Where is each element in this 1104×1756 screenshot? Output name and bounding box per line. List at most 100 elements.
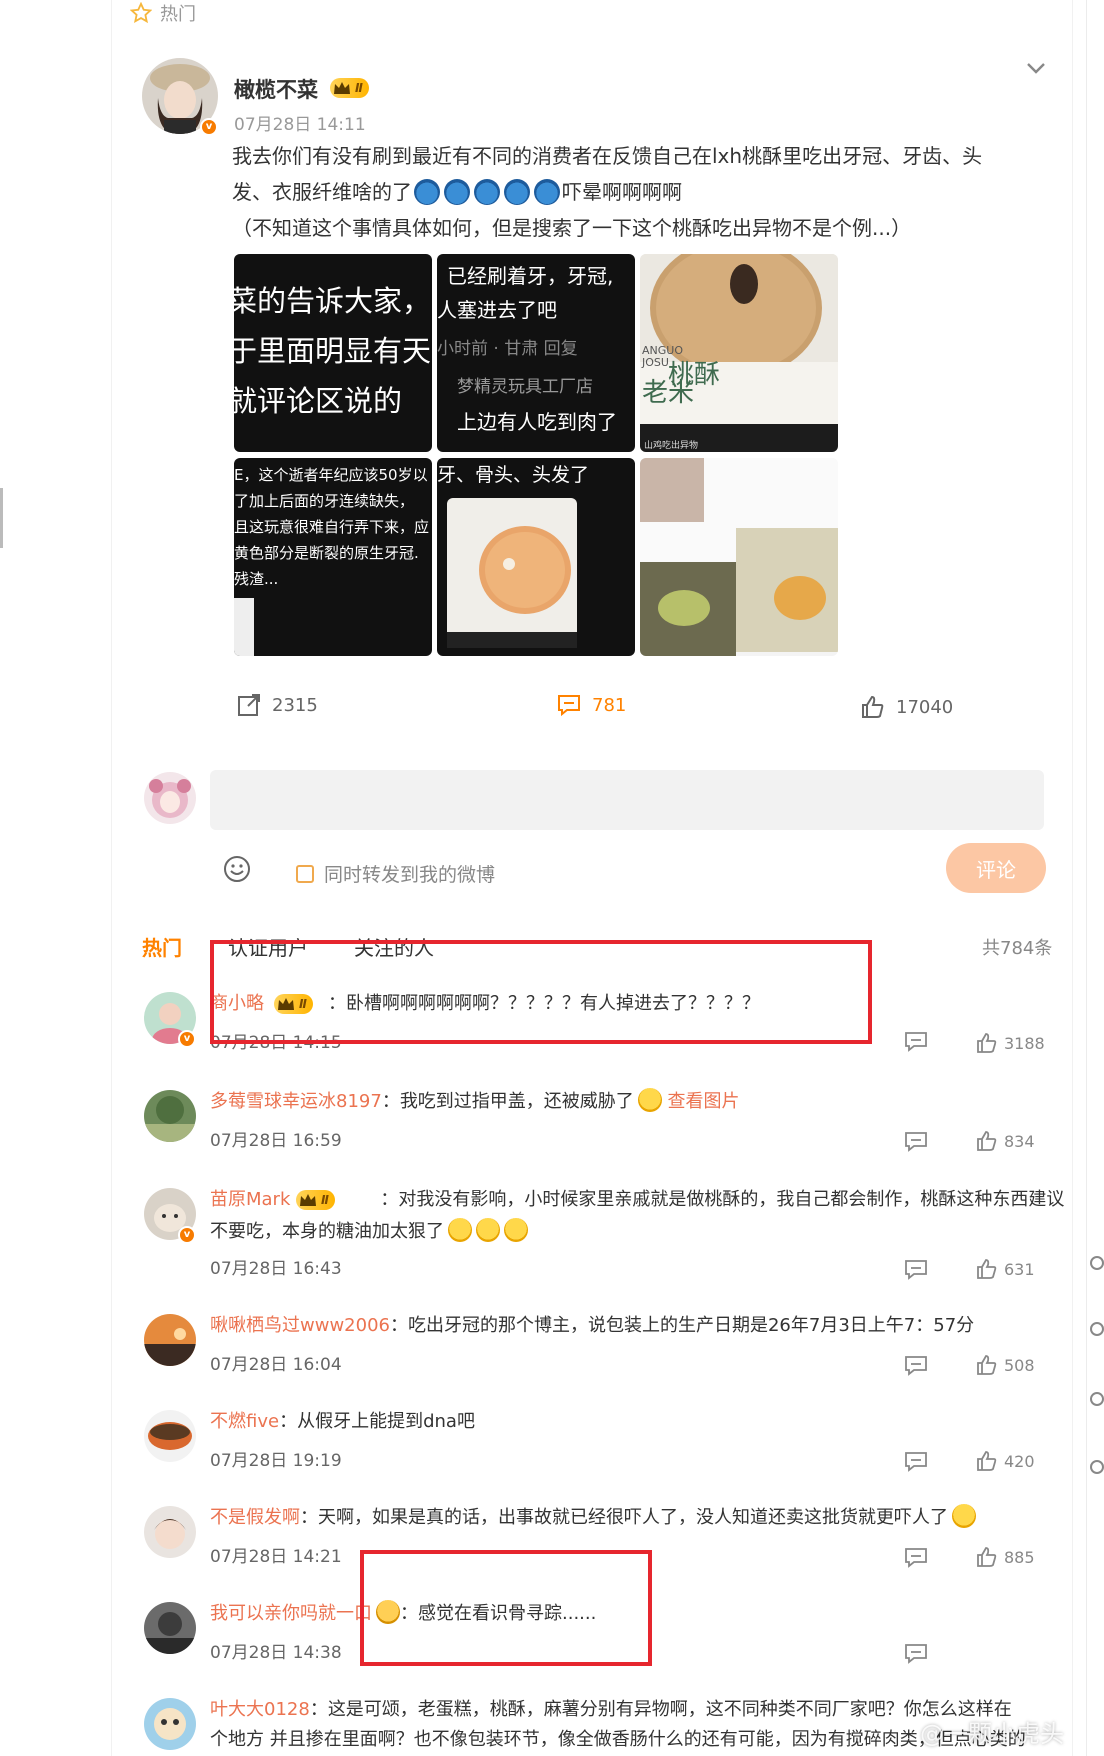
comment-time: 07月28日 16:59	[210, 1131, 342, 1151]
post-body-line-2-end: 吓晕啊啊啊啊	[562, 180, 682, 204]
comment-username[interactable]: 啾啾栖鸟过www2006	[210, 1315, 390, 1336]
image-4-text-3: 且这玩意很难自行弄下来，应	[234, 518, 430, 536]
left-gutter	[0, 0, 112, 1756]
comment-body: 我吃到过指甲盖，还被威胁了	[399, 1091, 634, 1112]
like-action[interactable]: 17040	[860, 694, 953, 720]
comment-like[interactable]: 631	[976, 1258, 1035, 1280]
repost-toggle[interactable]: 同时转发到我的微博	[296, 860, 495, 887]
tag-icon[interactable]	[1090, 1322, 1104, 1336]
post-image-2[interactable]: 已经刷着牙，牙冠, 人塞进去了吧 小时前 · 甘肃 回复 梦精灵玩具工厂店 上边…	[437, 254, 635, 452]
comment-avatar[interactable]	[144, 1506, 196, 1558]
view-image-link[interactable]: 查看图片	[668, 1091, 740, 1112]
reply-icon[interactable]	[904, 1130, 928, 1154]
hot-section-label: 热门	[130, 0, 196, 26]
comment-text: 叶大大0128：这是可颂，老蛋糕，桃酥，麻薯分别有异物啊，这不同种类不同厂家吧？…	[210, 1694, 1012, 1726]
thumbs-up-icon	[862, 695, 884, 718]
comment-avatar[interactable]	[144, 1314, 196, 1366]
comment-avatar[interactable]	[144, 1410, 196, 1462]
repost-action[interactable]: 2315	[236, 692, 318, 718]
avatar-image	[144, 1410, 196, 1462]
comment-username[interactable]: 叶大大0128	[210, 1699, 310, 1720]
laugh-emoji-icon	[448, 1218, 472, 1242]
refresh-icon[interactable]	[1090, 1256, 1104, 1270]
comment-avatar[interactable]	[144, 1090, 196, 1142]
comment-like[interactable]: 3188	[976, 1032, 1045, 1054]
like-count: 631	[1004, 1259, 1035, 1279]
comment-like[interactable]: 508	[976, 1354, 1035, 1376]
comment-time: 07月28日 16:04	[210, 1355, 342, 1375]
image-5-text-1: 牙、骨头、头发了	[437, 464, 590, 486]
face-emoji-icon	[414, 179, 440, 205]
comment-separator: ：	[380, 1189, 399, 1210]
right-sidebar	[1086, 0, 1104, 1756]
laugh-emoji-icon	[637, 1088, 662, 1112]
avatar-image	[144, 1698, 196, 1750]
reply-icon[interactable]	[904, 1450, 928, 1474]
like-count: 885	[1004, 1547, 1035, 1567]
image-2-text-4: 梦精灵玩具工厂店	[457, 377, 593, 397]
comment-separator: ：	[381, 1091, 400, 1112]
post-note: （不知道这个事情具体如何，但是搜索了一下这个桃酥吃出异物不是个例...）	[232, 216, 912, 240]
post-image-1[interactable]: 菜的告诉大家， 于里面明显有天 就评论区说的	[234, 254, 432, 452]
my-avatar[interactable]	[144, 772, 196, 824]
comment-body: 天啊，如果是真的话，出事故就已经很吓人了，没人知道还卖这批货就更吓人了	[318, 1507, 948, 1528]
collage-photo	[640, 458, 838, 656]
highlight-box	[360, 1550, 652, 1666]
comment-like[interactable]: 885	[976, 1546, 1035, 1568]
comment-like[interactable]: 420	[976, 1450, 1035, 1472]
comment-separator: ：	[300, 1507, 318, 1528]
image-4-text-2: 了加上后面的牙连续缺失，	[234, 492, 415, 510]
comment-username[interactable]: 不燃five	[210, 1411, 279, 1432]
avatar-image	[144, 1602, 196, 1654]
comment-body: 吃出牙冠的那个博主，说包装上的生产日期是26年7月3日上午7：57分	[407, 1315, 975, 1336]
post-image-6[interactable]	[640, 458, 838, 656]
image-4-edge	[234, 598, 254, 656]
image-3-text-4: 桃酥	[668, 360, 721, 390]
post-timestamp: 07月28日 14:11	[234, 115, 366, 135]
comment-username[interactable]: 不是假发啊	[210, 1507, 300, 1528]
settings-icon[interactable]	[1090, 1460, 1104, 1474]
like-count: 420	[1004, 1451, 1035, 1471]
chevron-down-icon[interactable]	[1024, 56, 1048, 80]
comment-input[interactable]	[210, 770, 1044, 830]
comment-avatar[interactable]	[144, 1602, 196, 1654]
avatar-image	[144, 1506, 196, 1558]
comment-action[interactable]: 781	[556, 692, 626, 718]
like-count: 3188	[1004, 1033, 1045, 1053]
hot-label-text: 热门	[160, 4, 196, 25]
comment-like[interactable]: 834	[976, 1130, 1035, 1152]
thumbs-up-icon	[977, 1451, 997, 1471]
reply-icon[interactable]	[904, 1354, 928, 1378]
reply-icon[interactable]	[904, 1546, 928, 1570]
level-badge-text: Ⅱ	[321, 1193, 329, 1207]
reply-icon[interactable]	[904, 1642, 928, 1666]
comment-separator: ：	[279, 1411, 298, 1432]
emoji-icon[interactable]	[222, 854, 252, 884]
post-image-5[interactable]: 牙、骨头、头发了	[437, 458, 635, 656]
comment-text-line-2: 不要吃，本身的糖油加太狠了	[210, 1216, 528, 1248]
image-4-text-5: 残渣...	[234, 570, 279, 588]
tab-hot[interactable]: 热门	[142, 932, 182, 961]
comment-separator: ：	[389, 1315, 408, 1336]
comment-username[interactable]: 苗原Mark	[210, 1189, 290, 1210]
comment-avatar[interactable]	[144, 1698, 196, 1750]
like-count: 508	[1004, 1355, 1035, 1375]
post-body-line-1: 我去你们有没有刷到最近有不同的消费者在反馈自己在lxh桃酥里吃出牙冠、牙齿、头	[232, 144, 983, 168]
info-icon[interactable]	[1090, 1392, 1104, 1406]
comment-username[interactable]: 多莓雪球幸运冰8197	[210, 1091, 382, 1112]
repost-checkbox[interactable]	[296, 864, 314, 883]
crown-icon	[334, 82, 350, 94]
image-3-text-2: JOSU	[642, 356, 669, 369]
reply-icon[interactable]	[904, 1030, 928, 1054]
comment-username[interactable]: 我可以亲你吗就一口	[210, 1603, 372, 1624]
poster-name[interactable]: 橄榄不菜	[234, 74, 318, 104]
post-image-3[interactable]: ANGUO JOSU 老米 桃酥 山鸡吃出异物	[640, 254, 838, 452]
comment-time: 07月28日 19:19	[210, 1451, 342, 1471]
comment-text: 多莓雪球幸运冰8197：我吃到过指甲盖，还被威胁了 查看图片	[210, 1086, 740, 1118]
comment-body: 这是可颂，老蛋糕，桃酥，麻薯分别有异物啊，这不同种类不同厂家吧？你怎么这样在	[327, 1699, 1012, 1720]
post-image-4[interactable]: E，这个逝者年纪应该50岁以 了加上后面的牙连续缺失， 且这玩意很难自行弄下来，…	[234, 458, 432, 656]
submit-comment-button[interactable]: 评论	[946, 843, 1046, 893]
like-count: 834	[1004, 1131, 1035, 1151]
reply-icon[interactable]	[904, 1258, 928, 1282]
comment-text: 不燃five：从假牙上能提到dna吧	[210, 1406, 475, 1438]
